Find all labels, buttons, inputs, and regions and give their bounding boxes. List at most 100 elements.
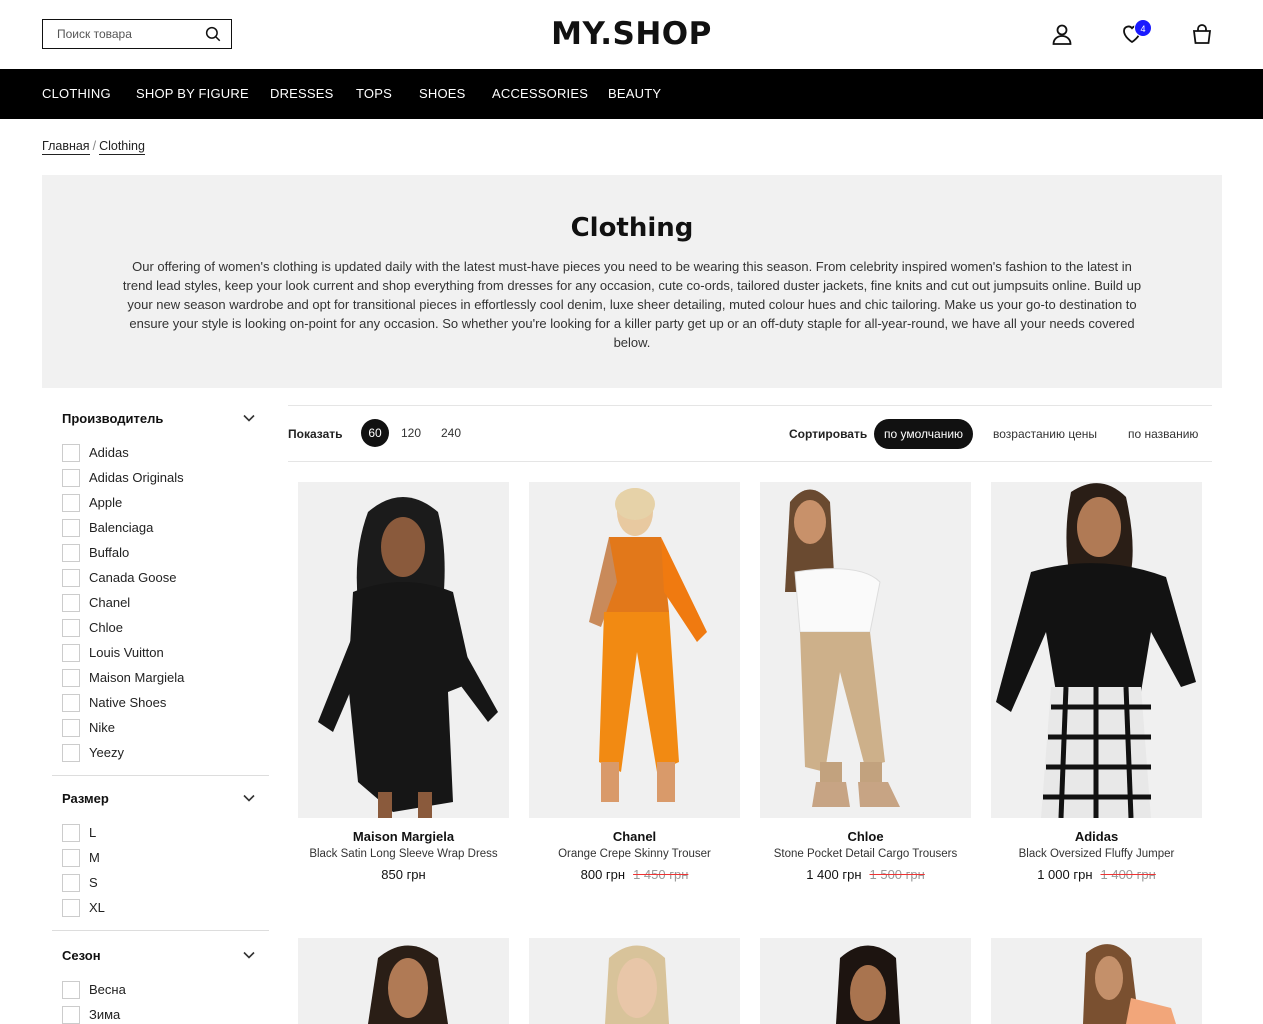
filter-season: Сезон Весна Зима [52,931,269,1024]
chevron-down-icon[interactable] [243,414,255,422]
sort-price-asc[interactable]: возрастанию цены [993,419,1097,449]
filter-option[interactable]: Balenciaga [62,515,269,540]
product-image[interactable] [991,938,1202,1024]
product-price: 850 грн [381,867,426,882]
filter-checkbox[interactable] [62,848,80,867]
nav-item-tops[interactable]: TOPS [356,86,392,101]
filter-option[interactable]: Canada Goose [62,565,269,590]
filter-checkbox[interactable] [62,898,80,917]
filter-checkbox[interactable] [62,443,80,462]
filter-option[interactable]: Maison Margiela [62,665,269,690]
shopping-bag-icon[interactable] [1190,22,1214,46]
filter-option[interactable]: Весна [62,977,269,1002]
filter-checkbox[interactable] [62,873,80,892]
product-image[interactable] [529,482,740,818]
nav-item-shoes[interactable]: SHOES [419,86,466,101]
filter-option[interactable]: Nike [62,715,269,740]
nav-item-beauty[interactable]: BEAUTY [608,86,661,101]
product-brand[interactable]: Chanel [529,829,740,844]
filter-option[interactable]: Apple [62,490,269,515]
filter-option-label: M [89,850,100,865]
filter-option-label: Native Shoes [89,695,167,710]
page-size-240[interactable]: 240 [441,419,461,447]
filter-option[interactable]: M [62,845,269,870]
filter-option-label: Balenciaga [89,520,154,535]
filter-option[interactable]: XL [62,895,269,920]
filter-option-label: Зима [89,1007,121,1022]
filter-option[interactable]: Yeezy [62,740,269,765]
product-name[interactable]: Stone Pocket Detail Cargo Trousers [760,848,971,860]
chevron-down-icon[interactable] [243,951,255,959]
filter-option-label: S [89,875,98,890]
product-name[interactable]: Black Oversized Fluffy Jumper [991,848,1202,860]
breadcrumb-current-link[interactable]: Clothing [99,139,145,155]
product-brand[interactable]: Adidas [991,829,1202,844]
page-size-120[interactable]: 120 [401,419,421,447]
filter-option-label: Yeezy [89,745,124,760]
filter-option[interactable]: Chloe [62,615,269,640]
filter-option[interactable]: Buffalo [62,540,269,565]
product-card[interactable]: Adidas Black Oversized Fluffy Jumper 1 0… [991,482,1202,882]
product-card[interactable]: Maison Margiela Black Satin Long Sleeve … [298,482,509,882]
nav-item-dresses[interactable]: DRESSES [270,86,334,101]
breadcrumb-home-link[interactable]: Главная [42,139,90,155]
filter-sidebar: Производитель Adidas Adidas Originals Appl… [52,400,269,1024]
page-size-60[interactable]: 60 [361,419,389,447]
filter-checkbox[interactable] [62,980,80,999]
filter-options: Весна Зима [62,977,269,1024]
filter-checkbox[interactable] [62,618,80,637]
filter-checkbox[interactable] [62,823,80,842]
page-title: Clothing [570,213,694,243]
sort-name[interactable]: по названию [1128,419,1198,449]
product-image[interactable] [529,938,740,1024]
product-image[interactable] [298,938,509,1024]
filter-checkbox[interactable] [62,468,80,487]
filter-option[interactable]: Adidas [62,440,269,465]
filter-title: Размер [62,790,109,806]
filter-option-label: Louis Vuitton [89,645,164,660]
filter-checkbox[interactable] [62,568,80,587]
product-brand[interactable]: Maison Margiela [298,829,509,844]
product-card[interactable]: Chloe Stone Pocket Detail Cargo Trousers… [760,482,971,882]
product-price: 800 грн [580,867,626,882]
product-card[interactable]: Chanel Orange Crepe Skinny Trouser 800 г… [529,482,740,882]
filter-checkbox[interactable] [62,643,80,662]
filter-checkbox[interactable] [62,693,80,712]
nav-item-clothing[interactable]: CLOTHING [42,86,111,101]
nav-item-shop-by-figure[interactable]: SHOP BY FIGURE [136,86,249,101]
filter-checkbox[interactable] [62,593,80,612]
filter-checkbox[interactable] [62,518,80,537]
filter-option[interactable]: L [62,820,269,845]
product-image[interactable] [991,482,1202,818]
chevron-down-icon[interactable] [243,794,255,802]
filter-checkbox[interactable] [62,493,80,512]
product-price: 1 400 грн [806,867,862,882]
filter-option[interactable]: Chanel [62,590,269,615]
filter-option[interactable]: Adidas Originals [62,465,269,490]
filter-size-header[interactable]: Размер [62,790,269,806]
nav-item-accessories[interactable]: ACCESSORIES [492,86,588,101]
filter-option[interactable]: S [62,870,269,895]
filter-option[interactable]: Native Shoes [62,690,269,715]
filter-checkbox[interactable] [62,1005,80,1024]
product-price-row: 1 400 грн 1 500 грн [760,867,971,882]
filter-checkbox[interactable] [62,668,80,687]
filter-checkbox[interactable] [62,718,80,737]
filter-checkbox[interactable] [62,743,80,762]
product-image[interactable] [760,938,971,1024]
filter-option-label: Buffalo [89,545,130,560]
filter-options: Adidas Adidas Originals Apple Balenciaga Buf… [62,440,269,765]
filter-option[interactable]: Зима [62,1002,269,1024]
product-name[interactable]: Black Satin Long Sleeve Wrap Dress [298,848,509,860]
product-price-row: 800 грн 1 450 грн [529,867,740,882]
filter-season-header[interactable]: Сезон [62,947,269,963]
filter-checkbox[interactable] [62,543,80,562]
product-image[interactable] [298,482,509,818]
product-brand[interactable]: Chloe [760,829,971,844]
sort-default[interactable]: по умолчанию [874,419,974,449]
filter-manufacturer-header[interactable]: Производитель [62,410,269,426]
user-icon[interactable] [1050,22,1074,46]
product-name[interactable]: Orange Crepe Skinny Trouser [529,848,740,860]
filter-option[interactable]: Louis Vuitton [62,640,269,665]
product-image[interactable] [760,482,971,818]
